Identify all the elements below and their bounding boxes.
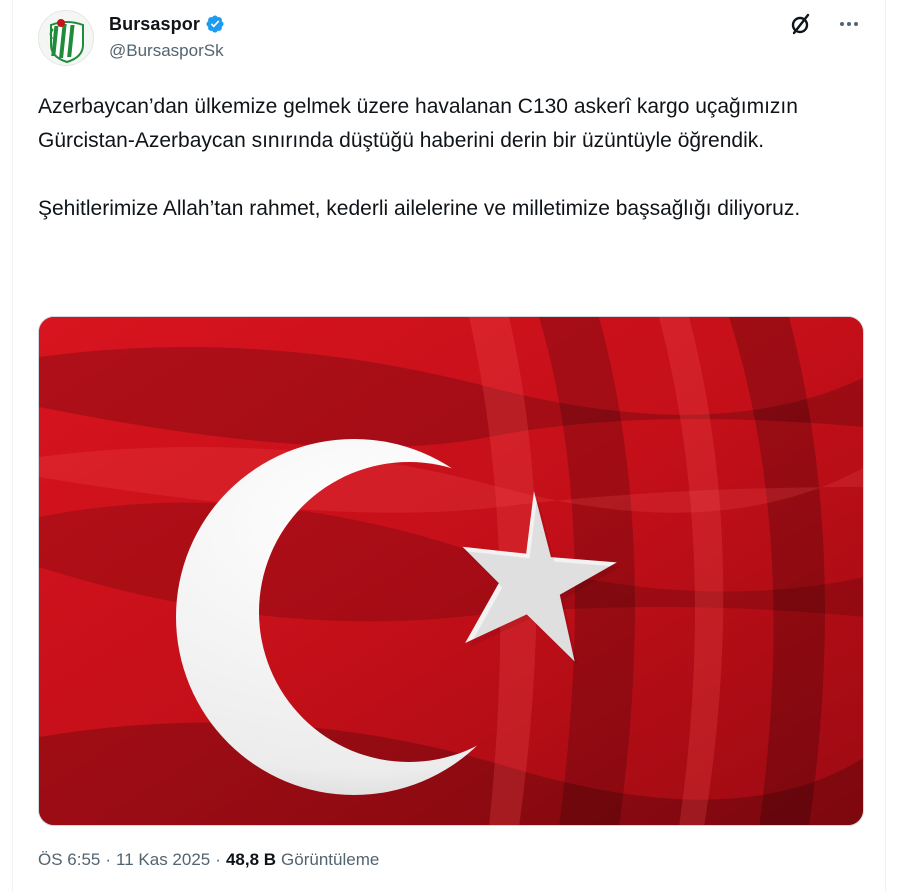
tweet-card: Bursaspor @BursasporSk Azerbaycan’dan ül… [12, 0, 886, 892]
avatar[interactable] [38, 10, 94, 66]
separator-dot: · [215, 850, 221, 869]
turkish-flag-image [39, 317, 863, 825]
more-icon[interactable] [835, 10, 863, 38]
tweet-meta: ÖS 6:55 · 11 Kas 2025 · 48,8 B Görüntüle… [38, 850, 379, 870]
tweet-media-image[interactable] [38, 316, 864, 826]
tweet-paragraph: Şehitlerimize Allah’tan rahmet, kederli … [38, 197, 801, 220]
views-count[interactable]: 48,8 B [226, 850, 276, 870]
verified-badge-icon [206, 15, 224, 33]
tweet-date[interactable]: 11 Kas 2025 [116, 850, 210, 870]
grok-icon[interactable] [787, 10, 815, 38]
tweet-text: Azerbaycan’dan ülkemize gelmek üzere hav… [38, 90, 868, 226]
tweet-actions-top [787, 10, 863, 38]
tweet-time[interactable]: ÖS 6:55 [38, 850, 100, 870]
views-label[interactable]: Görüntüleme [281, 850, 379, 870]
author-display-name[interactable]: Bursaspor [109, 14, 200, 35]
author-handle[interactable]: @BursasporSk [109, 41, 224, 61]
separator-dot: · [105, 850, 112, 869]
bursaspor-logo [39, 11, 93, 65]
author-name-row[interactable]: Bursaspor [109, 12, 225, 36]
tweet-paragraph: Azerbaycan’dan ülkemize gelmek üzere hav… [38, 95, 798, 152]
